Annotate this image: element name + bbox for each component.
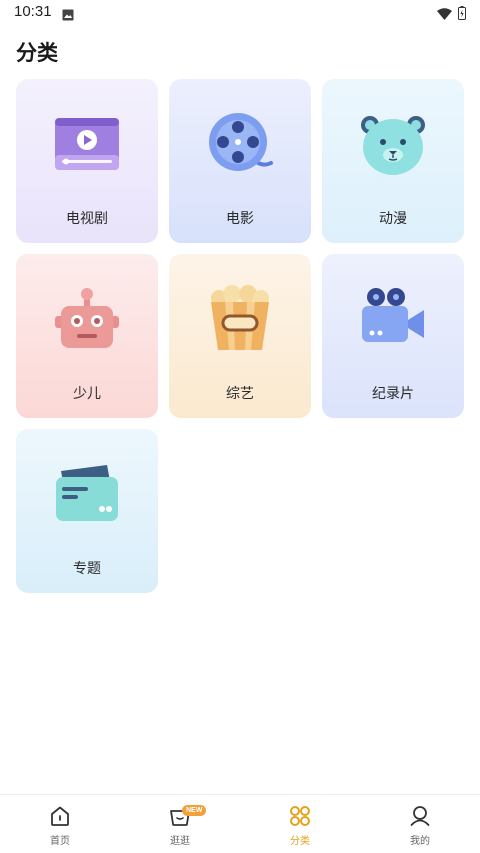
profile-icon xyxy=(409,805,431,827)
tab-home[interactable]: 首页 xyxy=(0,795,120,853)
status-right xyxy=(437,5,466,24)
tab-category[interactable]: 分类 xyxy=(240,795,360,853)
tab-label: 首页 xyxy=(50,836,70,847)
bottom-tab-bar: 首页 NEW 逛逛 分类 我的 xyxy=(0,794,480,853)
home-icon xyxy=(49,805,71,827)
movie-camera-icon xyxy=(358,284,428,354)
category-card-anime[interactable]: 动漫 xyxy=(322,79,464,243)
category-label: 少儿 xyxy=(73,386,101,402)
category-grid-icon xyxy=(289,805,311,827)
category-label: 纪录片 xyxy=(372,386,414,402)
status-bar: 10:31 xyxy=(0,0,480,26)
category-card-movie[interactable]: 电影 xyxy=(169,79,311,243)
category-card-tv-series[interactable]: 电视剧 xyxy=(16,79,158,243)
category-label: 电视剧 xyxy=(66,211,108,227)
robot-icon xyxy=(52,284,122,354)
tv-video-icon xyxy=(52,109,122,179)
category-card-documentary[interactable]: 纪录片 xyxy=(322,254,464,418)
page-title: 分类 xyxy=(16,41,58,65)
wifi-icon xyxy=(437,5,452,24)
category-card-variety[interactable]: 综艺 xyxy=(169,254,311,418)
category-card-topic[interactable]: 专题 xyxy=(16,429,158,593)
film-reel-icon xyxy=(205,109,275,179)
tab-label: 分类 xyxy=(290,836,310,847)
popcorn-icon xyxy=(205,284,275,354)
tab-browse[interactable]: NEW 逛逛 xyxy=(120,795,240,853)
new-badge: NEW xyxy=(182,805,207,816)
category-label: 专题 xyxy=(73,561,101,577)
battery-icon xyxy=(458,5,466,24)
tab-profile[interactable]: 我的 xyxy=(360,795,480,853)
tab-label: 逛逛 xyxy=(170,836,190,847)
category-label: 电影 xyxy=(226,211,254,227)
category-card-kids[interactable]: 少儿 xyxy=(16,254,158,418)
category-label: 综艺 xyxy=(226,386,254,402)
category-label: 动漫 xyxy=(379,211,407,227)
gallery-notification-icon xyxy=(62,6,74,25)
status-time: 10:31 xyxy=(14,3,52,20)
tab-label: 我的 xyxy=(410,836,430,847)
cartoon-bear-icon xyxy=(358,109,428,179)
card-folder-icon xyxy=(52,459,122,529)
